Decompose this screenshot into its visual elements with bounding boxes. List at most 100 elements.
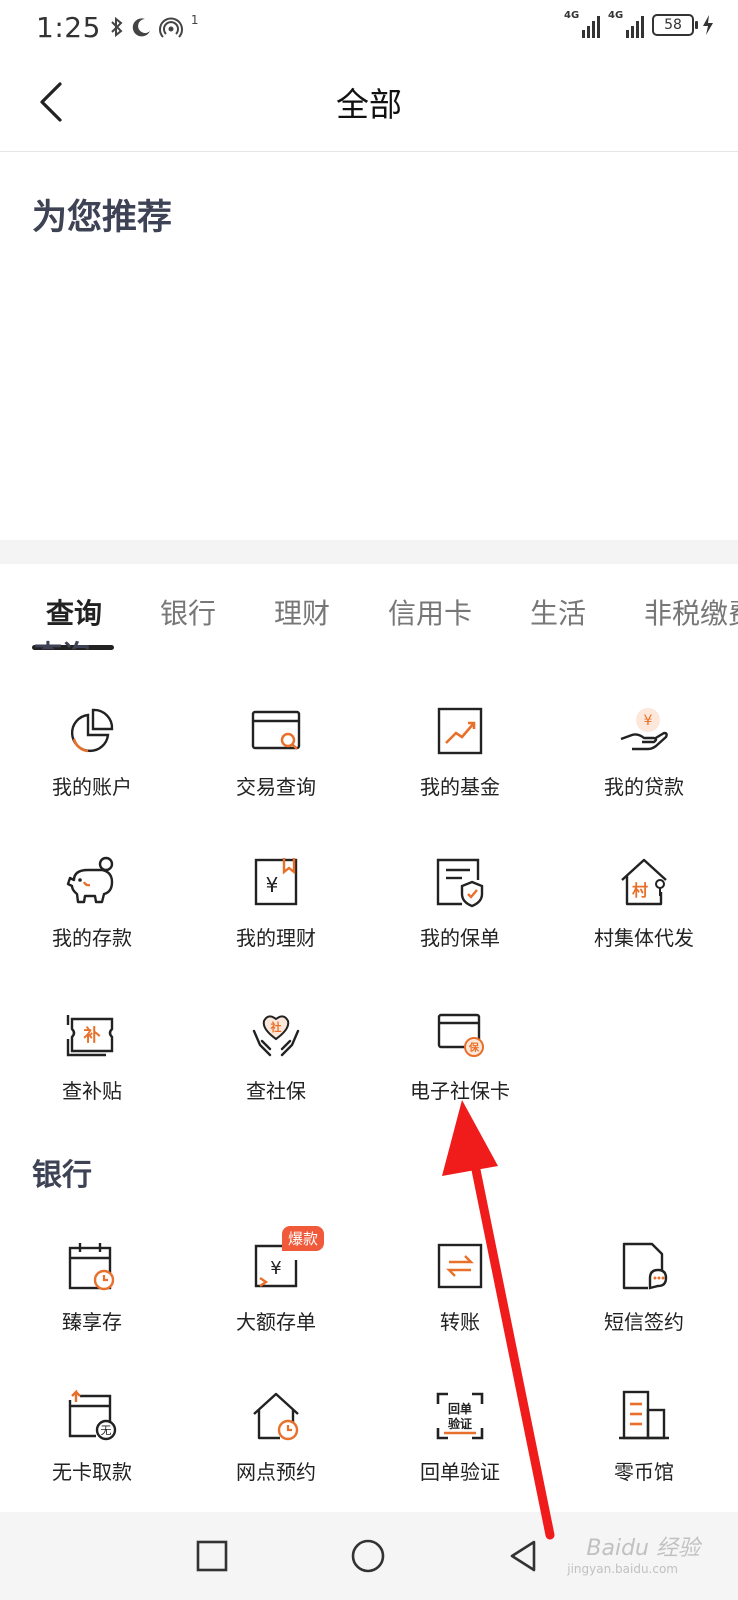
watermark: Baidu 经验 (586, 1536, 700, 1561)
item-label: 无卡取款 (52, 1460, 132, 1484)
e-social-security-card-item[interactable]: 保 电子社保卡 (368, 1009, 552, 1129)
my-wealth-item[interactable]: ¥ 我的理财 (184, 856, 368, 976)
social-glyph: 社 (270, 1020, 282, 1034)
item-label: 村集体代发 (594, 926, 694, 950)
branch-appointment-icon (253, 1392, 299, 1441)
item-label: 我的基金 (420, 775, 500, 799)
village-collective-payout-item[interactable]: 村 村集体代发 (552, 856, 736, 976)
hot-badge: 爆款 (282, 1226, 325, 1251)
piggy-bank-icon (66, 856, 114, 904)
cardless-withdraw-icon: 无 (68, 1390, 117, 1441)
yuan-bookmark-icon: ¥ (254, 858, 298, 906)
status-left-icons: 1 (109, 13, 199, 39)
recent-apps-icon (196, 1540, 228, 1572)
signal-1-icon: 4G (564, 10, 600, 38)
scrolled-section-heading: 查询 (34, 639, 91, 672)
pie-chart-icon (70, 708, 114, 753)
tab-life[interactable]: 生活 (530, 592, 586, 632)
item-label: 我的账户 (52, 775, 132, 799)
item-label: 我的理财 (236, 926, 316, 950)
yuan-glyph: ¥ (266, 873, 279, 897)
bluetooth-icon (111, 16, 123, 38)
hand-coin-icon: ¥ (620, 708, 668, 751)
status-time: 1:25 (36, 10, 101, 44)
watermark-sub: jingyan.baidu.com (567, 1562, 678, 1576)
calendar-clock-icon (68, 1243, 115, 1291)
trend-chart-icon (437, 707, 483, 755)
battery-indicator: 58 (652, 14, 698, 36)
my-loan-item[interactable]: ¥ 我的贷款 (552, 705, 736, 825)
bao-glyph: 保 (468, 1041, 480, 1054)
tab-credit-card[interactable]: 信用卡 (388, 592, 472, 632)
wu-glyph: 无 (101, 1424, 112, 1437)
item-label: 我的存款 (52, 926, 132, 950)
my-fund-item[interactable]: 我的基金 (368, 705, 552, 825)
page-title: 全部 (336, 85, 402, 124)
network-tag-2: 4G (608, 10, 624, 21)
receipt-glyph-line1: 回单 (448, 1401, 472, 1416)
system-back-button[interactable] (504, 1534, 548, 1578)
policy-shield-icon (436, 858, 484, 908)
card-search-icon (251, 710, 301, 750)
my-deposit-item[interactable]: 我的存款 (0, 856, 184, 976)
transaction-query-item[interactable]: 交易查询 (184, 705, 368, 825)
item-label: 网点预约 (236, 1460, 316, 1484)
check-subsidy-item[interactable]: 补 查补贴 (0, 1009, 184, 1129)
coin-hall-item[interactable]: 零币馆 (552, 1390, 736, 1510)
item-label: 短信签约 (604, 1310, 684, 1334)
signal-2-icon: 4G (608, 10, 644, 38)
tab-wealth[interactable]: 理财 (274, 592, 330, 632)
status-right: 4G 4G 58 (564, 10, 714, 38)
receipt-verify-item[interactable]: 回单 验证 回单验证 (368, 1390, 552, 1510)
social-security-heart-icon: 社 (252, 1015, 300, 1057)
hotspot-count: 1 (190, 13, 199, 27)
network-tag-1: 4G (564, 10, 580, 21)
back-triangle-icon (510, 1540, 536, 1572)
item-label: 查社保 (246, 1079, 306, 1103)
item-label: 查补贴 (62, 1079, 122, 1103)
village-house-icon: 村 (621, 858, 667, 906)
home-icon (351, 1539, 385, 1573)
item-label: 臻享存 (62, 1310, 122, 1334)
tab-non-tax-payment[interactable]: 非税缴费 (644, 592, 738, 632)
yuan-glyph: ¥ (270, 1258, 281, 1279)
status-bar: 1:25 1 4G 4G 58 (0, 0, 738, 54)
section-divider (0, 540, 738, 564)
charging-icon (703, 15, 713, 35)
category-tab-bar: 查询 银行 理财 信用卡 生活 非税缴费 (0, 564, 738, 650)
hotspot-icon (158, 17, 183, 38)
my-policy-item[interactable]: 我的保单 (368, 856, 552, 976)
item-label: 我的贷款 (604, 775, 684, 799)
item-label: 我的保单 (420, 926, 500, 950)
receipt-verify-icon: 回单验证 (436, 1392, 484, 1440)
tab-query[interactable]: 查询 (46, 592, 102, 632)
item-label: 电子社保卡 (410, 1079, 510, 1103)
recent-apps-button[interactable] (190, 1534, 234, 1578)
coin-building-icon (619, 1390, 669, 1440)
subsidy-glyph: 补 (83, 1025, 101, 1046)
branch-appointment-item[interactable]: 网点预约 (184, 1390, 368, 1510)
nav-header: 全部 (0, 54, 738, 152)
receipt-glyph-line2: 验证 (448, 1416, 472, 1431)
recommend-section: 为您推荐 (0, 153, 738, 540)
moon-icon (132, 18, 150, 37)
item-label: 回单验证 (420, 1460, 500, 1484)
section-title-bank: 银行 (32, 1158, 92, 1193)
item-label: 零币馆 (614, 1460, 674, 1484)
cardless-withdrawal-item[interactable]: 无 无卡取款 (0, 1390, 184, 1510)
subsidy-ticket-icon: 补 (66, 1015, 114, 1057)
transfer-icon (437, 1243, 483, 1289)
premium-deposit-item[interactable]: 臻享存 (0, 1240, 184, 1360)
recommend-title: 为您推荐 (32, 198, 173, 238)
social-security-card-icon: 保 (437, 1013, 484, 1057)
tab-bank[interactable]: 银行 (160, 592, 216, 632)
village-glyph: 村 (632, 881, 648, 900)
sms-signup-item[interactable]: 短信签约 (552, 1240, 736, 1360)
transfer-item[interactable]: 转账 (368, 1240, 552, 1360)
my-account-item[interactable]: 我的账户 (0, 705, 184, 825)
item-label: 大额存单 (236, 1310, 316, 1334)
sms-document-icon (622, 1242, 668, 1290)
check-social-security-item[interactable]: 社 查社保 (184, 1009, 368, 1129)
large-deposit-certificate-item[interactable]: ¥ 爆款 大额存单 (184, 1226, 368, 1360)
home-button[interactable] (346, 1534, 390, 1578)
